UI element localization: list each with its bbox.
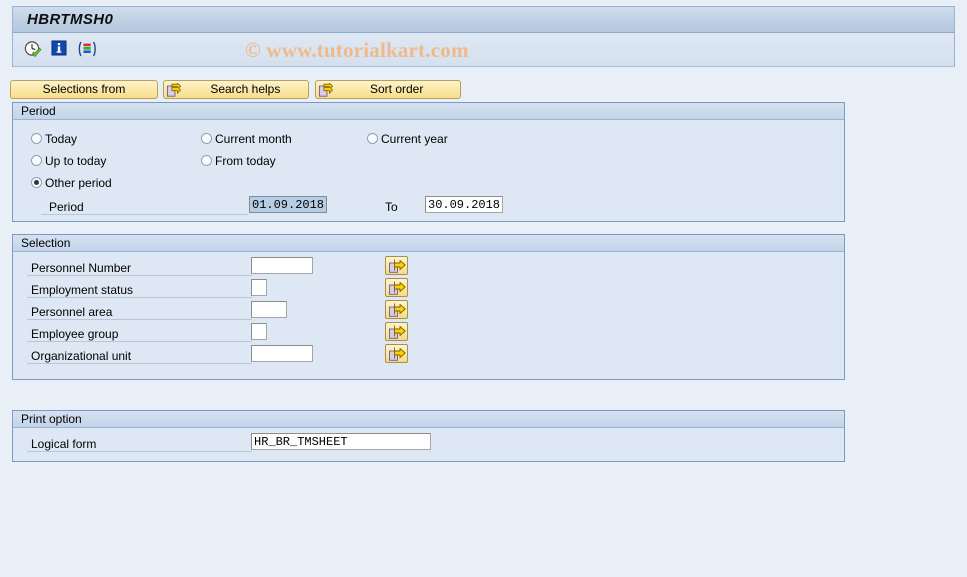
employment-status-input[interactable]: [251, 279, 267, 296]
selections-from-button[interactable]: Selections from: [10, 80, 158, 99]
arrow-right-icon: [389, 281, 406, 295]
radio-other-period-indicator[interactable]: [31, 177, 42, 188]
print-option-group-legend: Print option: [13, 411, 844, 428]
organizational-unit-input[interactable]: [251, 345, 313, 362]
radio-up-to-today-indicator[interactable]: [31, 155, 42, 166]
search-helps-button[interactable]: Search helps: [163, 80, 310, 99]
personnel-area-label: Personnel area: [31, 305, 113, 319]
radio-today-label[interactable]: Today: [45, 132, 77, 146]
arrow-right-icon: [167, 83, 182, 97]
radio-current-month-indicator[interactable]: [201, 133, 212, 144]
logical-form-underline: [27, 451, 252, 452]
sort-order-button[interactable]: Sort order: [314, 80, 461, 99]
personnel-area-multiple-selection-button[interactable]: [385, 300, 408, 319]
radio-other-period-label[interactable]: Other period: [45, 176, 112, 190]
radio-from-today[interactable]: From today: [201, 154, 276, 168]
radio-from-today-label[interactable]: From today: [215, 154, 276, 168]
employee-group-underline: [27, 341, 252, 342]
information-icon[interactable]: [51, 40, 71, 60]
period-to-label: To: [385, 200, 398, 214]
period-field-label: Period: [49, 200, 84, 214]
selection-group: Selection Personnel Number Employment st…: [12, 234, 845, 380]
personnel-area-underline: [27, 319, 252, 320]
radio-current-year-label[interactable]: Current year: [381, 132, 448, 146]
period-from-input[interactable]: [249, 196, 327, 213]
watermark-text: © www.tutorialkart.com: [245, 38, 469, 62]
employee-group-multiple-selection-button[interactable]: [385, 322, 408, 341]
window-title-bar: HBRTMSH0: [12, 6, 955, 33]
sort-order-label: Sort order: [370, 82, 424, 96]
print-option-group: Print option Logical form: [12, 410, 845, 462]
variant-icon[interactable]: [77, 40, 97, 60]
organizational-unit-underline: [27, 363, 252, 364]
organizational-unit-label: Organizational unit: [31, 349, 132, 363]
selection-group-legend: Selection: [13, 235, 844, 252]
personnel-area-input[interactable]: [251, 301, 287, 318]
arrow-right-icon: [389, 347, 406, 361]
radio-current-month[interactable]: Current month: [201, 132, 292, 146]
employment-status-label: Employment status: [31, 283, 134, 297]
arrow-right-icon: [389, 259, 406, 273]
employment-status-multiple-selection-button[interactable]: [385, 278, 408, 297]
radio-other-period[interactable]: Other period: [31, 176, 112, 190]
organizational-unit-multiple-selection-button[interactable]: [385, 344, 408, 363]
execute-clock-icon[interactable]: [23, 40, 43, 60]
radio-today-indicator[interactable]: [31, 133, 42, 144]
employee-group-input[interactable]: [251, 323, 267, 340]
radio-today[interactable]: Today: [31, 132, 77, 146]
radio-up-to-today[interactable]: Up to today: [31, 154, 106, 168]
selection-button-row: Selections from Search helps Sort order: [10, 80, 463, 99]
radio-current-year-indicator[interactable]: [367, 133, 378, 144]
logical-form-label: Logical form: [31, 437, 97, 451]
arrow-right-icon: [318, 83, 333, 97]
toolbar: [12, 33, 955, 67]
search-helps-label: Search helps: [210, 82, 281, 96]
radio-up-to-today-label[interactable]: Up to today: [45, 154, 106, 168]
logical-form-input[interactable]: [251, 433, 431, 450]
personnel-number-underline: [27, 275, 252, 276]
arrow-right-icon: [389, 325, 406, 339]
employment-status-underline: [27, 297, 252, 298]
personnel-number-multiple-selection-button[interactable]: [385, 256, 408, 275]
arrow-right-icon: [389, 303, 406, 317]
radio-from-today-indicator[interactable]: [201, 155, 212, 166]
period-to-input[interactable]: [425, 196, 503, 213]
personnel-number-input[interactable]: [251, 257, 313, 274]
personnel-number-label: Personnel Number: [31, 261, 132, 275]
radio-current-year[interactable]: Current year: [367, 132, 448, 146]
period-group-legend: Period: [13, 103, 844, 120]
period-field-underline: [41, 214, 248, 215]
period-group: Period Today Current month Current year …: [12, 102, 845, 222]
page-title: HBRTMSH0: [27, 11, 114, 28]
radio-current-month-label[interactable]: Current month: [215, 132, 292, 146]
employee-group-label: Employee group: [31, 327, 119, 341]
